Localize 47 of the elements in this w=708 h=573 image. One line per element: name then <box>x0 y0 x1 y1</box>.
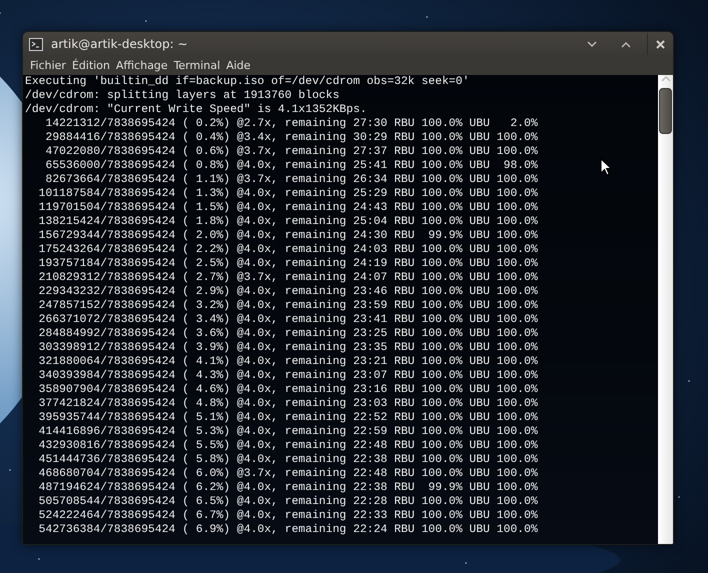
menu-item[interactable]: Affichage <box>113 59 171 72</box>
scrollbar-thumb[interactable] <box>659 88 672 134</box>
terminal-line: 156729344/7838695424 ( 2.0%) @4.0x, remaining 24:30 RBU 99.9% UBU 100.0% <box>38 229 538 243</box>
menu-item[interactable]: Terminal <box>170 59 224 72</box>
terminal-line: 119701504/7838695424 ( 1.5%) @4.0x, remaining 24:43 RBU 100.0% UBU 100.0% <box>38 201 538 215</box>
scrollbar[interactable] <box>658 75 673 544</box>
mouse-cursor-icon <box>600 158 612 176</box>
terminal-line: 29884416/7838695424 ( 0.4%) @3.4x, remaining 30:29 RBU 100.0% UBU 100.0% <box>44 131 538 145</box>
menu-item[interactable]: Édition <box>68 59 114 72</box>
terminal-line: 432930816/7838695424 ( 5.5%) @4.0x, remaining 22:48 RBU 100.0% UBU 100.0% <box>38 439 538 453</box>
terminal-line: 451444736/7838695424 ( 5.8%) @4.0x, remaining 22:38 RBU 100.0% UBU 100.0% <box>38 453 538 467</box>
window-title: artik@artik-desktop: ~ <box>51 37 189 51</box>
menu-item[interactable]: Fichier <box>27 59 69 72</box>
terminal-line: 229343232/7838695424 ( 2.9%) @4.0x, remaining 23:46 RBU 100.0% UBU 100.0% <box>38 285 538 299</box>
terminal-line: 47022080/7838695424 ( 0.6%) @3.7x, remaining 27:37 RBU 100.0% UBU 100.0% <box>44 145 538 159</box>
chevron-up-icon <box>621 40 631 48</box>
close-icon <box>656 40 665 48</box>
terminal-line: 82673664/7838695424 ( 1.1%) @3.7x, remaining 26:34 RBU 100.0% UBU 100.0% <box>44 173 538 187</box>
terminal-line: 65536000/7838695424 ( 0.8%) @4.0x, remaining 25:41 RBU 100.0% UBU 98.0% <box>44 159 538 173</box>
terminal-line: 101187584/7838695424 ( 1.3%) @4.0x, remaining 25:29 RBU 100.0% UBU 100.0% <box>38 187 538 201</box>
terminal-line: 468680704/7838695424 ( 6.0%) @3.7x, remaining 22:48 RBU 100.0% UBU 100.0% <box>38 467 538 481</box>
terminal-line: 247857152/7838695424 ( 3.2%) @4.0x, remaining 23:59 RBU 100.0% UBU 100.0% <box>38 299 538 313</box>
menu-item[interactable]: Aide <box>223 59 254 72</box>
terminal-line: 542736384/7838695424 ( 6.9%) @4.0x, remaining 22:24 RBU 100.0% UBU 100.0% <box>38 523 538 537</box>
terminal-line: 303398912/7838695424 ( 3.9%) @4.0x, remaining 23:35 RBU 100.0% UBU 100.0% <box>38 341 538 355</box>
chevron-down-icon <box>587 40 597 48</box>
terminal-line: 414416896/7838695424 ( 5.3%) @4.0x, remaining 22:59 RBU 100.0% UBU 100.0% <box>38 425 538 439</box>
terminal-line: 340393984/7838695424 ( 4.3%) @4.0x, remaining 23:07 RBU 100.0% UBU 100.0% <box>38 369 538 383</box>
terminal-line: 175243264/7838695424 ( 2.2%) @4.0x, remaining 24:03 RBU 100.0% UBU 100.0% <box>38 243 538 257</box>
terminal-line: 14221312/7838695424 ( 0.2%) @2.7x, remaining 27:30 RBU 100.0% UBU 2.0% <box>44 117 538 131</box>
terminal-icon <box>29 38 43 50</box>
terminal-line: /dev/cdrom: "Current Write Speed" is 4.1x1352KBps. <box>25 103 367 117</box>
terminal-line: 284884992/7838695424 ( 3.6%) @4.0x, remaining 23:25 RBU 100.0% UBU 100.0% <box>38 327 538 341</box>
scroll-up-icon <box>660 75 670 82</box>
terminal-line: 487194624/7838695424 ( 6.2%) @4.0x, remaining 22:38 RBU 99.9% UBU 100.0% <box>38 481 538 495</box>
terminal-line: /dev/cdrom: splitting layers at 1913760 blocks <box>25 89 340 103</box>
terminal-line: 138215424/7838695424 ( 1.8%) @4.0x, remaining 25:04 RBU 100.0% UBU 100.0% <box>38 215 538 229</box>
terminal-line: 524222464/7838695424 ( 6.7%) @4.0x, remaining 22:33 RBU 100.0% UBU 100.0% <box>38 509 538 523</box>
terminal-line: 266371072/7838695424 ( 3.4%) @4.0x, remaining 23:41 RBU 100.0% UBU 100.0% <box>38 313 538 327</box>
terminal-line: 377421824/7838695424 ( 4.8%) @4.0x, remaining 23:03 RBU 100.0% UBU 100.0% <box>38 397 538 411</box>
terminal-line: 193757184/7838695424 ( 2.5%) @4.0x, remaining 24:19 RBU 100.0% UBU 100.0% <box>38 257 538 271</box>
terminal-line: 395935744/7838695424 ( 5.1%) @4.0x, remaining 22:52 RBU 100.0% UBU 100.0% <box>38 411 538 425</box>
terminal-line: 210829312/7838695424 ( 2.7%) @3.7x, remaining 24:07 RBU 100.0% UBU 100.0% <box>38 271 538 285</box>
terminal-line: Executing 'builtin_dd if=backup.iso of=/dev/cdrom obs=32k seek=0' <box>25 75 470 89</box>
terminal-line: 505708544/7838695424 ( 6.5%) @4.0x, remaining 22:28 RBU 100.0% UBU 100.0% <box>38 495 538 509</box>
terminal-line: 321880064/7838695424 ( 4.1%) @4.0x, remaining 23:21 RBU 100.0% UBU 100.0% <box>38 355 538 369</box>
terminal-line: 358907904/7838695424 ( 4.6%) @4.0x, remaining 23:16 RBU 100.0% UBU 100.0% <box>38 383 538 397</box>
